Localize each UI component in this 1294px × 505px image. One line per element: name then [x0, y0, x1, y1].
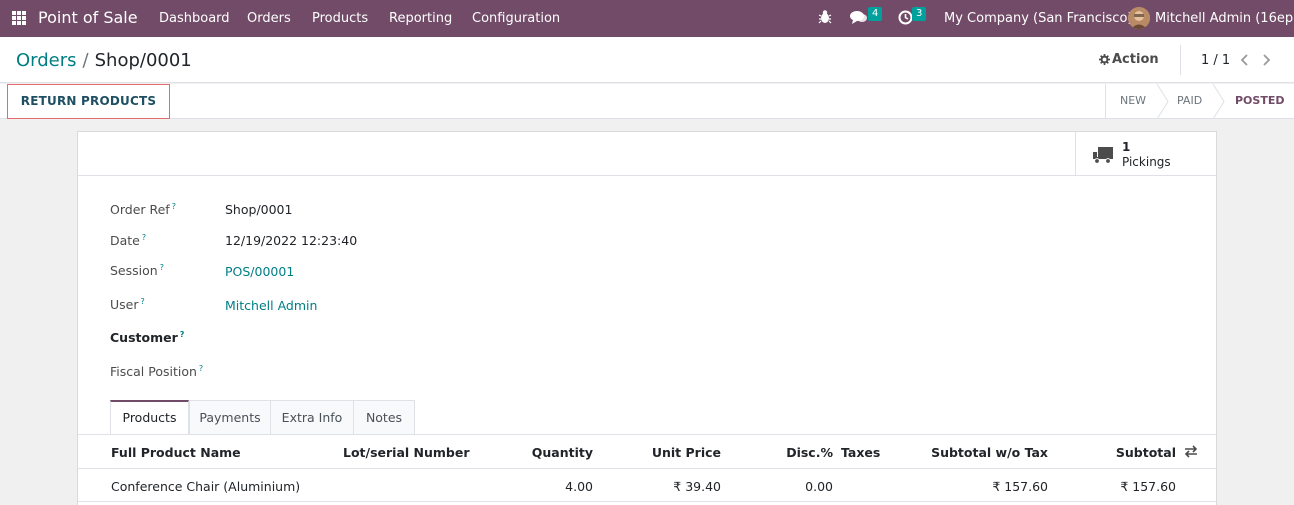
user-menu[interactable]: Mitchell Admin (16ep) [1155, 11, 1294, 26]
optional-columns-toggle-icon[interactable] [1184, 445, 1198, 461]
messages-count-badge: 4 [868, 7, 883, 21]
stage-chevron-icon [1156, 84, 1169, 119]
menu-products[interactable]: Products [312, 11, 368, 26]
customer-label: Customer? [110, 330, 184, 345]
stage-new[interactable]: NEW [1120, 94, 1146, 107]
smart-button-box: 1 Pickings [78, 132, 1216, 176]
row-subtotal-wo-tax: ₹ 157.60 [992, 479, 1048, 494]
col-header-product[interactable]: Full Product Name [111, 445, 241, 460]
col-header-lot[interactable]: Lot/serial Number [343, 445, 470, 460]
gear-icon [1099, 54, 1110, 65]
activities-clock-icon[interactable] [898, 10, 913, 29]
tab-payments[interactable]: Payments [189, 400, 271, 434]
order-ref-label-text: Order Ref [110, 202, 170, 218]
breadcrumb-separator: / [82, 50, 89, 71]
user-label: User? [110, 297, 145, 312]
col-header-subtotal-wo-tax[interactable]: Subtotal w/o Tax [908, 445, 1048, 460]
date-value: 12/19/2022 12:23:40 [225, 233, 358, 248]
menu-dashboard[interactable]: Dashboard [159, 11, 230, 26]
row-discount[interactable]: 0.00 [733, 479, 833, 494]
breadcrumb-current: Shop/0001 [94, 50, 192, 71]
help-tooltip-icon[interactable]: ? [142, 233, 146, 242]
date-label: Date? [110, 233, 146, 248]
tab-products[interactable]: Products [110, 400, 189, 434]
breadcrumb-orders-link[interactable]: Orders [16, 50, 77, 71]
pickings-label: Pickings [1122, 155, 1171, 169]
fiscal-position-label: Fiscal Position? [110, 364, 203, 379]
help-tooltip-icon[interactable]: ? [172, 202, 176, 211]
session-label: Session? [110, 263, 164, 278]
col-header-subtotal[interactable]: Subtotal [1078, 445, 1176, 460]
form-sheet: 1 Pickings Order Ref? Shop/0001 Date? 12… [77, 131, 1217, 505]
debug-bug-icon[interactable] [818, 9, 832, 29]
order-ref-value: Shop/0001 [225, 202, 293, 217]
help-tooltip-icon[interactable]: ? [160, 263, 164, 272]
breadcrumb: Orders / Shop/0001 [16, 50, 192, 71]
help-tooltip-icon[interactable]: ? [199, 364, 203, 373]
table-header-separator [78, 468, 1216, 469]
customer-label-text: Customer [110, 330, 178, 346]
tab-underline [78, 434, 1216, 435]
company-switcher[interactable]: My Company (San Francisco) [944, 11, 1132, 26]
app-name[interactable]: Point of Sale [38, 8, 138, 27]
col-header-discount[interactable]: Disc.% [733, 445, 833, 460]
stage-paid[interactable]: PAID [1177, 94, 1202, 107]
col-header-unit-price[interactable]: Unit Price [621, 445, 721, 460]
help-tooltip-icon[interactable]: ? [141, 297, 145, 306]
row-unit-price[interactable]: ₹ 39.40 [621, 479, 721, 494]
session-link[interactable]: POS/00001 [225, 264, 294, 279]
pager-value[interactable]: 1 / 1 [1201, 53, 1230, 68]
activities-count-badge: 3 [912, 7, 927, 21]
messages-icon[interactable] [850, 10, 868, 29]
top-navbar: Point of Sale Dashboard Orders Products … [0, 0, 1294, 37]
pickings-smart-button[interactable]: 1 Pickings [1075, 132, 1216, 176]
user-label-text: User [110, 297, 139, 313]
pager-divider [1180, 45, 1181, 75]
tab-extra-info[interactable]: Extra Info [270, 400, 354, 434]
table-row-separator [78, 501, 1216, 502]
menu-orders[interactable]: Orders [247, 11, 291, 26]
order-ref-label: Order Ref? [110, 202, 176, 217]
apps-grid-icon[interactable] [12, 11, 26, 25]
pager-next-icon[interactable] [1259, 53, 1273, 67]
help-tooltip-icon[interactable]: ? [180, 330, 185, 339]
stage-chevron-icon [1212, 84, 1225, 119]
tab-notes[interactable]: Notes [353, 400, 415, 434]
stage-posted[interactable]: POSTED [1235, 94, 1284, 107]
col-header-quantity[interactable]: Quantity [493, 445, 593, 460]
session-label-text: Session [110, 263, 158, 279]
date-label-text: Date [110, 233, 140, 249]
col-header-taxes[interactable]: Taxes [841, 445, 880, 460]
truck-icon [1093, 147, 1113, 164]
status-bar: RETURN PRODUCTS NEW PAID POSTED [0, 84, 1294, 119]
menu-reporting[interactable]: Reporting [389, 11, 452, 26]
fiscal-position-label-text: Fiscal Position [110, 364, 197, 380]
menu-configuration[interactable]: Configuration [472, 11, 560, 26]
row-product[interactable]: Conference Chair (Aluminium) [111, 479, 300, 494]
row-subtotal: ₹ 157.60 [1120, 479, 1176, 494]
row-quantity[interactable]: 4.00 [493, 479, 593, 494]
action-label: Action [1112, 52, 1159, 67]
user-avatar[interactable] [1128, 7, 1150, 29]
return-products-button[interactable]: RETURN PRODUCTS [7, 84, 170, 119]
user-link[interactable]: Mitchell Admin [225, 298, 317, 313]
pager-previous-icon[interactable] [1238, 53, 1252, 67]
pickings-count: 1 [1122, 140, 1131, 154]
action-menu-button[interactable]: Action [1099, 52, 1159, 67]
stage-pipeline: NEW PAID POSTED [1105, 84, 1284, 119]
control-panel: Orders / Shop/0001 Action 1 / 1 [0, 37, 1294, 83]
